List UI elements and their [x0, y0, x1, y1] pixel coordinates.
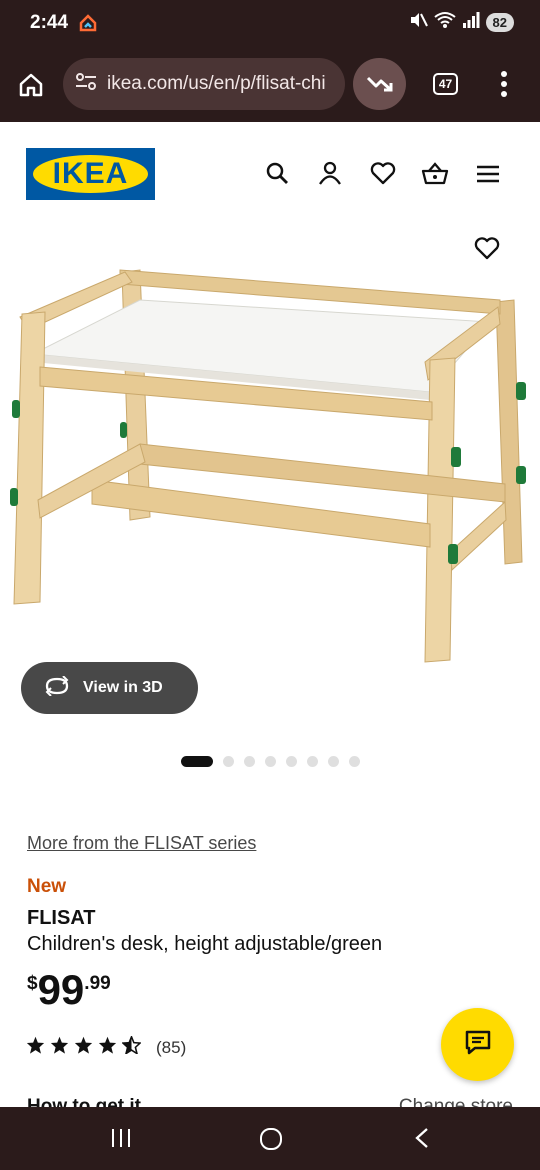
back-icon[interactable] — [413, 1127, 431, 1154]
system-nav-bar — [0, 1107, 540, 1170]
gallery-dot[interactable] — [181, 756, 213, 767]
home-icon[interactable] — [17, 71, 45, 104]
star-icon — [50, 1036, 69, 1059]
product-price: $99.99 — [27, 966, 111, 1014]
gallery-pagination — [181, 756, 360, 767]
star-icon — [26, 1036, 45, 1059]
star-icon — [98, 1036, 117, 1059]
ikea-logo[interactable]: IKEA — [26, 148, 155, 200]
view-in-3d-label: View in 3D — [83, 679, 163, 696]
chat-button[interactable] — [441, 1008, 514, 1081]
account-icon[interactable] — [318, 161, 342, 190]
product-gallery[interactable]: View in 3D — [0, 222, 540, 782]
view-in-3d-button[interactable]: View in 3D — [21, 662, 198, 714]
status-time: 2:44 — [30, 12, 69, 33]
gallery-dot[interactable] — [265, 756, 276, 767]
price-decimal: .99 — [84, 973, 111, 994]
gallery-dot[interactable] — [349, 756, 360, 767]
product-image — [10, 269, 526, 663]
new-badge: New — [27, 876, 67, 897]
site-settings-icon[interactable] — [75, 72, 97, 97]
gallery-dot[interactable] — [328, 756, 339, 767]
star-icon — [74, 1036, 93, 1059]
hamburger-icon[interactable] — [476, 164, 500, 189]
product-description: Children's desk, height adjustable/green — [27, 933, 383, 955]
url-bar[interactable]: ikea.com/us/en/p/flisat-chi — [63, 58, 345, 110]
basket-icon[interactable] — [421, 161, 449, 190]
tab-switcher-button[interactable]: 47 — [433, 73, 458, 95]
heart-icon[interactable] — [370, 161, 396, 190]
url-text: ikea.com/us/en/p/flisat-chi — [107, 73, 326, 94]
search-icon[interactable] — [265, 161, 289, 190]
signal-icon — [462, 11, 480, 34]
rotate-3d-icon — [43, 674, 71, 701]
logo-text: IKEA — [52, 157, 129, 190]
price-integer: 99 — [37, 966, 85, 1013]
price-currency: $ — [27, 973, 38, 994]
gallery-dot[interactable] — [307, 756, 318, 767]
mute-icon — [408, 11, 428, 34]
google-home-icon — [79, 14, 97, 37]
wifi-icon — [433, 11, 456, 34]
gallery-dot[interactable] — [286, 756, 297, 767]
status-bar: 2:44 82 — [0, 0, 540, 48]
half-star-icon — [121, 1034, 142, 1059]
product-name: FLISAT — [27, 907, 96, 929]
product-rating[interactable]: (85) — [26, 1034, 187, 1059]
trending-down-icon[interactable] — [353, 58, 406, 110]
site-header: IKEA — [0, 122, 540, 222]
home-nav-icon[interactable] — [259, 1127, 283, 1156]
gallery-dot[interactable] — [223, 756, 234, 767]
more-vert-icon[interactable] — [500, 70, 508, 103]
series-link[interactable]: More from the FLISAT series — [27, 833, 256, 854]
rating-count: (85) — [156, 1037, 187, 1057]
battery-indicator: 82 — [485, 13, 514, 32]
recent-apps-icon[interactable] — [110, 1127, 132, 1154]
gallery-dot[interactable] — [244, 756, 255, 767]
browser-toolbar: ikea.com/us/en/p/flisat-chi 47 — [0, 48, 540, 122]
chat-icon — [464, 1029, 492, 1060]
